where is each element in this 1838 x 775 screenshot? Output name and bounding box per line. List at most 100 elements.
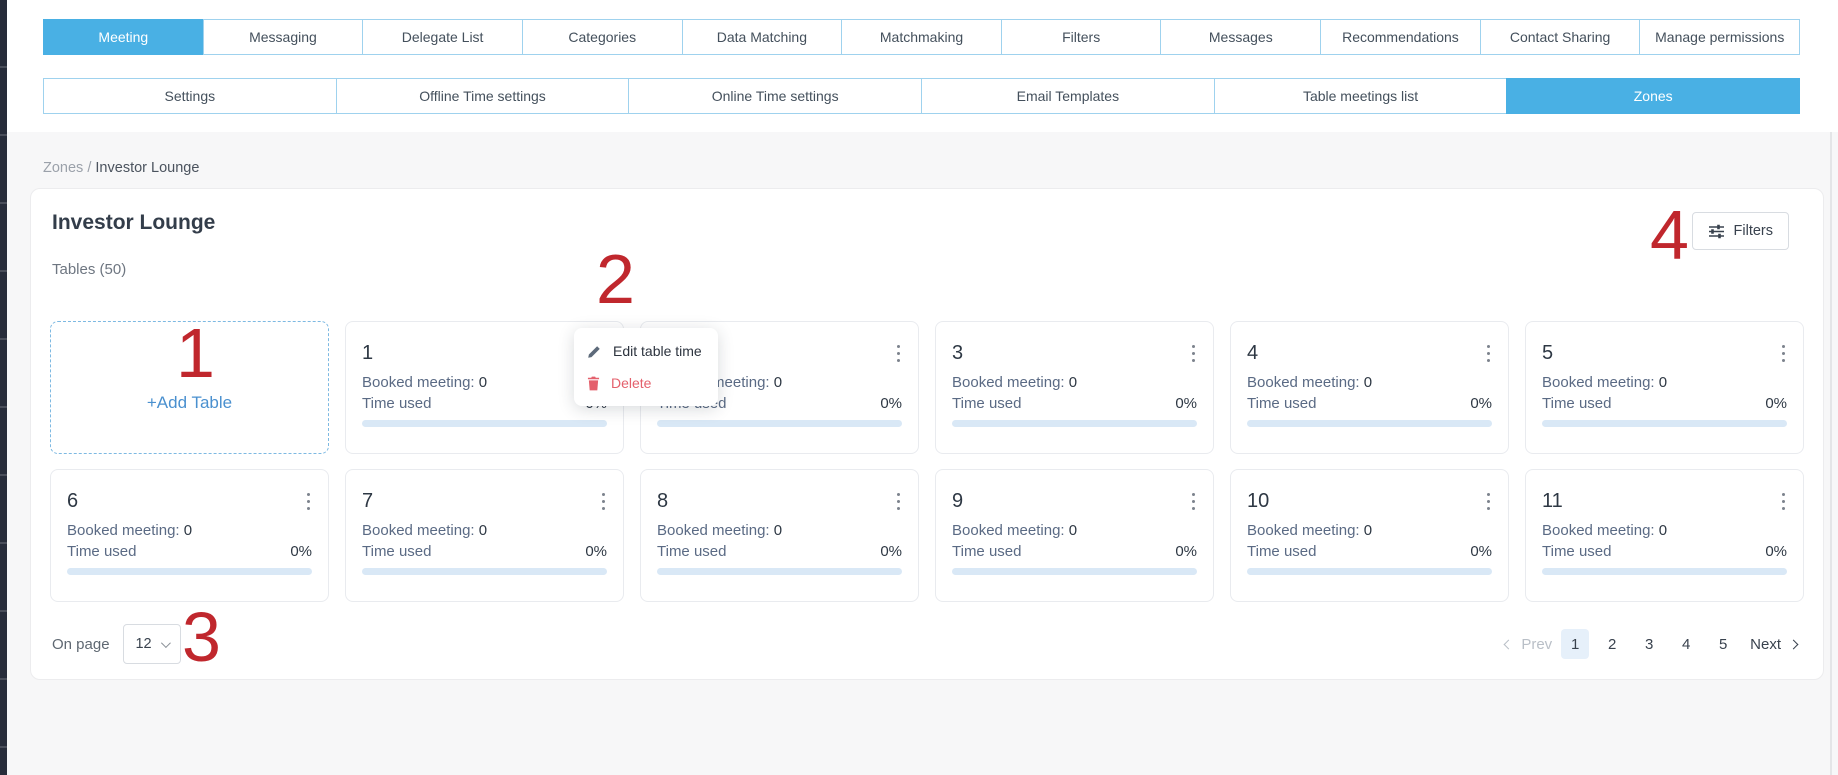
time-used-progressbar bbox=[657, 568, 902, 575]
secondary-tab[interactable]: Offline Time settings bbox=[336, 78, 630, 114]
page-number-button[interactable]: 5 bbox=[1709, 629, 1737, 659]
primary-tab[interactable]: Delegate List bbox=[362, 19, 523, 55]
breadcrumb-zones-link[interactable]: Zones bbox=[43, 160, 83, 176]
time-used-percent: 0% bbox=[1175, 543, 1197, 560]
kebab-menu-icon[interactable] bbox=[299, 492, 317, 511]
booked-meeting-label: Booked meeting: bbox=[657, 522, 770, 539]
filters-button[interactable]: Filters bbox=[1692, 212, 1789, 250]
primary-tab[interactable]: Recommendations bbox=[1320, 19, 1481, 55]
table-number: 7 bbox=[362, 491, 607, 511]
secondary-tab[interactable]: Email Templates bbox=[921, 78, 1215, 114]
page-number-button[interactable]: 4 bbox=[1672, 629, 1700, 659]
page-number-button[interactable]: 2 bbox=[1598, 629, 1626, 659]
per-page-value: 12 bbox=[135, 636, 151, 652]
primary-tab[interactable]: Contact Sharing bbox=[1480, 19, 1641, 55]
booked-meeting-label: Booked meeting: bbox=[952, 374, 1065, 391]
kebab-menu-icon[interactable] bbox=[1774, 344, 1792, 363]
time-used-progressbar bbox=[952, 568, 1197, 575]
table-card: 5 Booked meeting: 0 Time used 0% bbox=[1525, 321, 1804, 454]
time-used-label: Time used bbox=[1247, 543, 1316, 560]
kebab-menu-icon[interactable] bbox=[889, 344, 907, 363]
breadcrumb: Zones / Investor Lounge bbox=[43, 160, 199, 176]
page-number-button[interactable]: 1 bbox=[1561, 629, 1589, 659]
time-used-progressbar bbox=[67, 568, 312, 575]
primary-tab[interactable]: Data Matching bbox=[682, 19, 843, 55]
table-card: 4 Booked meeting: 0 Time used 0% bbox=[1230, 321, 1509, 454]
per-page-select[interactable]: 12 bbox=[123, 624, 181, 664]
add-table-label: +Add Table bbox=[147, 393, 232, 413]
primary-tab[interactable]: Matchmaking bbox=[841, 19, 1002, 55]
table-number: 3 bbox=[952, 343, 1197, 363]
booked-meeting-value: 0 bbox=[1069, 374, 1077, 391]
prev-page-button[interactable]: Prev bbox=[1505, 636, 1552, 653]
booked-meeting-label: Booked meeting: bbox=[1247, 374, 1360, 391]
booked-meeting-value: 0 bbox=[479, 374, 487, 391]
time-used-progressbar bbox=[362, 420, 607, 427]
time-used-percent: 0% bbox=[880, 395, 902, 412]
chevron-left-icon bbox=[1504, 639, 1514, 649]
kebab-menu-icon[interactable] bbox=[594, 492, 612, 511]
time-used-progressbar bbox=[1247, 568, 1492, 575]
filters-button-label: Filters bbox=[1734, 223, 1773, 239]
kebab-menu-icon[interactable] bbox=[1479, 492, 1497, 511]
time-used-percent: 0% bbox=[1765, 395, 1787, 412]
table-card: 8 Booked meeting: 0 Time used 0% bbox=[640, 469, 919, 602]
secondary-tab[interactable]: Zones bbox=[1506, 78, 1800, 114]
breadcrumb-current: Investor Lounge bbox=[95, 160, 199, 176]
secondary-tab[interactable]: Settings bbox=[43, 78, 337, 114]
table-number: 5 bbox=[1542, 343, 1787, 363]
secondary-tab[interactable]: Online Time settings bbox=[628, 78, 922, 114]
tables-count-label: Tables (50) bbox=[52, 261, 126, 278]
kebab-menu-icon[interactable] bbox=[1479, 344, 1497, 363]
table-number: 6 bbox=[67, 491, 312, 511]
time-used-label: Time used bbox=[952, 543, 1021, 560]
delete-menu-item[interactable]: Delete bbox=[574, 367, 718, 399]
primary-tab[interactable]: Meeting bbox=[43, 19, 204, 55]
page-title: Investor Lounge bbox=[52, 211, 215, 235]
table-card: 11 Booked meeting: 0 Time used 0% bbox=[1525, 469, 1804, 602]
chevron-right-icon bbox=[1789, 639, 1799, 649]
time-used-label: Time used bbox=[362, 543, 431, 560]
table-number: 9 bbox=[952, 491, 1197, 511]
page-number-button[interactable]: 3 bbox=[1635, 629, 1663, 659]
table-card: 7 Booked meeting: 0 Time used 0% bbox=[345, 469, 624, 602]
booked-meeting-value: 0 bbox=[184, 522, 192, 539]
booked-meeting-label: Booked meeting: bbox=[1542, 374, 1655, 391]
delete-label: Delete bbox=[611, 375, 651, 391]
primary-tab[interactable]: Messaging bbox=[203, 19, 364, 55]
kebab-menu-icon[interactable] bbox=[889, 492, 907, 511]
time-used-percent: 0% bbox=[1470, 543, 1492, 560]
booked-meeting-label: Booked meeting: bbox=[1542, 522, 1655, 539]
time-used-percent: 0% bbox=[1765, 543, 1787, 560]
kebab-menu-icon[interactable] bbox=[1184, 492, 1202, 511]
secondary-tab[interactable]: Table meetings list bbox=[1214, 78, 1508, 114]
booked-meeting-label: Booked meeting: bbox=[362, 522, 475, 539]
table-number: 8 bbox=[657, 491, 902, 511]
on-page-label: On page bbox=[52, 636, 110, 653]
add-table-card[interactable]: +Add Table bbox=[50, 321, 329, 454]
primary-tab-bar: MeetingMessagingDelegate ListCategoriesD… bbox=[43, 19, 1800, 55]
time-used-label: Time used bbox=[1542, 395, 1611, 412]
primary-tab[interactable]: Categories bbox=[522, 19, 683, 55]
edit-table-time-menu-item[interactable]: Edit table time bbox=[574, 335, 718, 367]
collapsed-sidebar-rail[interactable] bbox=[0, 0, 7, 775]
time-used-label: Time used bbox=[362, 395, 431, 412]
secondary-tab-bar: SettingsOffline Time settingsOnline Time… bbox=[43, 78, 1800, 114]
booked-meeting-value: 0 bbox=[479, 522, 487, 539]
table-card: 3 Booked meeting: 0 Time used 0% bbox=[935, 321, 1214, 454]
primary-tab[interactable]: Manage permissions bbox=[1639, 19, 1800, 55]
kebab-menu-icon[interactable] bbox=[1184, 344, 1202, 363]
time-used-progressbar bbox=[1247, 420, 1492, 427]
time-used-percent: 0% bbox=[585, 543, 607, 560]
table-number: 1 bbox=[362, 343, 607, 363]
next-page-button[interactable]: Next bbox=[1750, 636, 1797, 653]
time-used-progressbar bbox=[362, 568, 607, 575]
kebab-menu-icon[interactable] bbox=[1774, 492, 1792, 511]
table-context-menu: Edit table time Delete bbox=[574, 328, 718, 406]
primary-tab[interactable]: Messages bbox=[1160, 19, 1321, 55]
time-used-progressbar bbox=[1542, 568, 1787, 575]
time-used-percent: 0% bbox=[1470, 395, 1492, 412]
pencil-icon bbox=[587, 344, 602, 359]
primary-tab[interactable]: Filters bbox=[1001, 19, 1162, 55]
scrollbar-track[interactable] bbox=[1830, 132, 1832, 775]
